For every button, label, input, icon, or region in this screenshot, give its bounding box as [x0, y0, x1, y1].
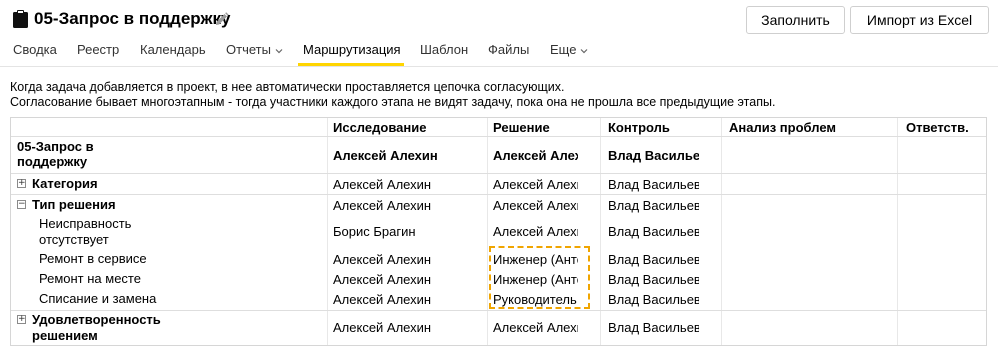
tab-calendar[interactable]: Календарь	[140, 42, 206, 57]
approver-cell[interactable]: Алексей Алехин	[333, 148, 483, 164]
approver-cell[interactable]: Алексей Алехин	[333, 292, 483, 308]
expand-plus-icon[interactable]: +	[17, 179, 26, 188]
tab-reports[interactable]: Отчеты	[226, 42, 283, 57]
row-label: Списание и замена	[39, 291, 157, 306]
approver-cell[interactable]: Влад Васильев	[608, 252, 699, 268]
expand-plus-icon[interactable]: +	[17, 315, 26, 324]
table-row: Ремонт на месте Алексей Алехин Инженер (…	[11, 269, 986, 289]
description-line: Когда задача добавляется в проект, в нее…	[10, 80, 565, 94]
row-label: Тип решения	[32, 197, 116, 212]
import-excel-button[interactable]: Импорт из Excel	[850, 6, 989, 34]
approver-cell[interactable]: Влад Васильев	[608, 292, 699, 308]
column-header: Решение	[493, 120, 550, 135]
approver-cell[interactable]: Алексей Алехин	[333, 272, 483, 288]
table-row: + Удовлетворенность решением Алексей Але…	[11, 311, 986, 345]
clipboard-icon	[13, 10, 28, 28]
chevron-down-icon	[275, 48, 283, 53]
table-row: + Категория Алексей Алехин Алексей Алехи…	[11, 174, 986, 194]
tab-files[interactable]: Файлы	[488, 42, 529, 57]
row-label-line: отсутствует	[39, 232, 109, 247]
approver-cell[interactable]: Алексей Алехин	[493, 148, 578, 164]
table-row: Неисправность отсутствует Борис Брагин А…	[11, 215, 986, 249]
header: 05-Запрос в поддержку Заполнить Импорт и…	[0, 0, 998, 66]
row-label-line: Удовлетворенность	[32, 312, 161, 327]
approver-cell[interactable]: Алексей Алехин	[333, 252, 483, 268]
approver-cell[interactable]: Влад Васильев	[608, 320, 699, 336]
tab-registry[interactable]: Реестр	[77, 42, 119, 57]
approver-cell[interactable]: Влад Васильев	[608, 224, 699, 240]
approver-cell[interactable]: Влад Васильев	[608, 198, 699, 214]
column-header: Исследование	[333, 120, 427, 135]
approver-cell[interactable]: Влад Васильев	[608, 148, 699, 164]
column-header: Анализ проблем	[729, 120, 836, 135]
page-title: 05-Запрос в поддержку	[34, 9, 231, 28]
approver-cell[interactable]: Инженер (Антон)	[493, 272, 578, 288]
tab-more-label: Еще	[550, 42, 577, 57]
tab-more[interactable]: Еще	[550, 42, 588, 57]
approver-cell[interactable]: Алексей Алехин	[333, 177, 483, 193]
row-label-line: Неисправность	[39, 216, 132, 231]
chevron-down-icon	[581, 48, 588, 53]
approver-cell[interactable]: Алексей Алехин	[333, 320, 483, 336]
approver-cell[interactable]: Влад Васильев	[608, 177, 699, 193]
tab-reports-label: Отчеты	[226, 42, 271, 57]
row-label-line: решением	[32, 328, 98, 343]
row-label: Категория	[32, 176, 98, 191]
collapse-minus-icon[interactable]: −	[17, 200, 26, 209]
approver-cell[interactable]: Алексей Алехин	[493, 320, 578, 336]
table-header-row: Исследование Решение Контроль Анализ про…	[11, 118, 986, 136]
project-name-line: 05-Запрос в	[17, 139, 94, 154]
approver-cell[interactable]: Влад Васильев	[608, 272, 699, 288]
table-row: Списание и замена Алексей Алехин Руковод…	[11, 289, 986, 309]
project-row: 05-Запрос в поддержку Алексей Алехин Але…	[11, 137, 986, 173]
row-label: Ремонт в сервисе	[39, 251, 147, 266]
column-header: Контроль	[608, 120, 670, 135]
approver-cell[interactable]: Борис Брагин	[333, 224, 483, 240]
description-line: Согласование бывает многоэтапным - тогда…	[10, 95, 776, 109]
fill-button[interactable]: Заполнить	[746, 6, 845, 34]
column-header: Ответств.	[906, 120, 969, 135]
header-divider	[0, 66, 998, 67]
approver-cell[interactable]: Алексей Алехин	[493, 198, 578, 214]
tab-routing[interactable]: Маршрутизация	[303, 42, 401, 57]
table-row: Ремонт в сервисе Алексей Алехин Инженер …	[11, 249, 986, 269]
description: Когда задача добавляется в проект, в нее…	[10, 80, 775, 110]
pencil-icon[interactable]	[214, 12, 229, 27]
approver-cell[interactable]: Инженер (Антон)	[493, 252, 578, 268]
approver-cell[interactable]: Алексей Алехин	[333, 198, 483, 214]
tab-summary[interactable]: Сводка	[13, 42, 57, 57]
approver-cell[interactable]: Алексей Алехин	[493, 224, 578, 240]
row-label: Ремонт на месте	[39, 271, 141, 286]
approver-cell[interactable]: Руководитель	[493, 292, 578, 308]
table-row: − Тип решения Алексей Алехин Алексей Але…	[11, 195, 986, 215]
routing-table: Исследование Решение Контроль Анализ про…	[10, 117, 987, 346]
tab-template[interactable]: Шаблон	[420, 42, 468, 57]
project-name-line: поддержку	[17, 154, 88, 169]
tab-bar: Сводка Реестр Календарь Отчеты Маршрутиз…	[0, 40, 998, 66]
approver-cell[interactable]: Алексей Алехин	[493, 177, 578, 193]
